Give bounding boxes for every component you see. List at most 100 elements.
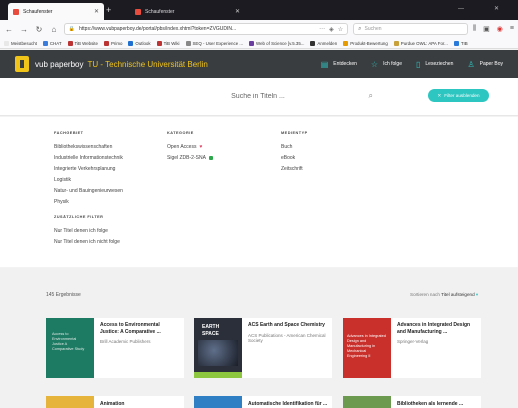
- title-search-input[interactable]: [178, 92, 338, 100]
- bookmark-item[interactable]: SEQ - User Experience ...: [185, 40, 243, 46]
- filter-option[interactable]: Zeitschrift: [281, 163, 308, 174]
- filter-toggle-button[interactable]: ✕ Filter ausblenden: [428, 89, 489, 102]
- nav-entdecken[interactable]: ▤ Entdecken: [321, 60, 357, 69]
- result-card[interactable]: Automatische Identifikation für ...: [194, 396, 332, 408]
- filter-heading: ZUSÄTZLICHE FILTER: [54, 215, 104, 219]
- bookmark-item[interactable]: Purdue OWL: APA For...: [393, 40, 448, 46]
- bookmark-favicon-icon: [343, 40, 349, 46]
- card-title[interactable]: Advances in Integrated Design and Manufa…: [397, 322, 475, 335]
- sort-label: Sortieren nach: [410, 292, 440, 297]
- home-icon[interactable]: ⌂: [49, 25, 59, 34]
- filter-option[interactable]: eBook: [281, 152, 308, 163]
- card-title[interactable]: Animation: [94, 396, 130, 408]
- back-icon[interactable]: ←: [4, 25, 14, 34]
- cover-image: [198, 340, 238, 366]
- bookmark-item[interactable]: Meistbesucht: [4, 40, 37, 46]
- forward-icon[interactable]: →: [19, 25, 29, 34]
- book-cover: [343, 396, 391, 408]
- sort-value: Titel aufsteigend: [441, 292, 475, 297]
- reload-icon[interactable]: ↻: [34, 25, 44, 34]
- filter-option[interactable]: Logistik: [54, 174, 123, 185]
- bookmark-item[interactable]: CHAT: [42, 40, 62, 46]
- result-card[interactable]: Advances in Integrated Design and Manufa…: [343, 318, 481, 378]
- search-icon[interactable]: ⌕: [369, 91, 373, 101]
- card-meta: Access to Environmental Justice: A Compa…: [94, 318, 184, 378]
- nav-lesezeichen[interactable]: ▯ Leseziechen: [416, 60, 453, 69]
- filter-option[interactable]: Bibliothekswissenschaften: [54, 141, 123, 152]
- filter-option[interactable]: Integrierte Verkehrsplanung: [54, 163, 123, 174]
- brand-name[interactable]: vub paperboy: [35, 60, 83, 69]
- favicon-icon: [13, 8, 19, 15]
- addon-icon[interactable]: ◉: [497, 25, 503, 33]
- bookmark-label: Outlook: [135, 40, 151, 46]
- bookmark-favicon-icon: [67, 40, 73, 46]
- filter-option[interactable]: Nur Titel denen ich nicht folge: [54, 236, 123, 247]
- filter-toggle-label: Filter ausblenden: [444, 93, 480, 98]
- new-tab-icon[interactable]: +: [106, 5, 111, 15]
- bookmark-favicon-icon: [103, 40, 109, 46]
- card-title[interactable]: Bibliotheken als lernende ...: [391, 396, 469, 408]
- bookmark-item[interactable]: Anmelden: [310, 40, 337, 46]
- library-icon[interactable]: ⫼: [473, 25, 476, 33]
- sidebar-icon[interactable]: ▣: [483, 25, 490, 33]
- menu-icon[interactable]: ≡: [510, 25, 514, 33]
- filter-option-open-access[interactable]: Open Access ♥: [167, 141, 213, 152]
- browser-tab-inactive[interactable]: Schaufenster ✕: [130, 3, 245, 20]
- card-title[interactable]: Access to Environmental Justice: A Compa…: [100, 322, 178, 335]
- filter-option[interactable]: Physik: [54, 196, 123, 207]
- bookmark-item[interactable]: TiB Website: [67, 40, 98, 46]
- nav-label: Leseziechen: [425, 61, 454, 67]
- url-text[interactable]: https://www.vubpaperboy.de/portal/pbs/in…: [79, 26, 315, 32]
- book-cover: [194, 396, 242, 408]
- bookmark-item[interactable]: TIB: [453, 40, 468, 46]
- filter-option[interactable]: Natur- und Bauingenieurwesen: [54, 185, 123, 196]
- result-count: 145 Ergebnisse: [46, 292, 81, 298]
- site-header: vub paperboy TU - Technische Universität…: [0, 50, 518, 78]
- card-title[interactable]: Automatische Identifikation für ...: [242, 396, 332, 408]
- bookmark-star-icon[interactable]: ☆: [338, 26, 343, 33]
- result-card[interactable]: Animation: [46, 396, 184, 408]
- bookmark-label: Meistbesucht: [11, 40, 37, 46]
- card-title[interactable]: ACS Earth and Space Chemistry: [248, 322, 326, 329]
- url-bar[interactable]: 🔒 https://www.vubpaperboy.de/portal/pbs/…: [63, 23, 349, 35]
- bookmark-label: Purdue OWL: APA For...: [400, 40, 448, 46]
- browser-tabstrip: Schaufenster ✕ + Schaufenster ✕ — ✕: [0, 0, 518, 20]
- card-publisher: ACS Publications - American Chemical Soc…: [248, 332, 326, 344]
- bookmark-item[interactable]: Produkt-Bewertung: [343, 40, 388, 46]
- close-icon[interactable]: ✕: [94, 8, 99, 15]
- bookmark-item[interactable]: Primo: [103, 40, 122, 46]
- paperboy-logo-icon[interactable]: [15, 56, 29, 72]
- pocket-icon[interactable]: ◈: [329, 26, 334, 33]
- result-card[interactable]: EARTH SPACE ACS Earth and Space Chemistr…: [194, 318, 332, 378]
- sort-dropdown[interactable]: Sortieren nach Titel aufsteigend ▾: [410, 292, 478, 298]
- bookmark-favicon-icon: [310, 40, 316, 46]
- filter-option[interactable]: Buch: [281, 141, 308, 152]
- nav-label: Entdecken: [333, 61, 357, 67]
- heart-icon: ♥: [199, 143, 203, 150]
- search-icon: ⌕: [358, 25, 362, 32]
- nav-paper-boy[interactable]: ♙ Paper Boy: [467, 60, 503, 69]
- filter-option[interactable]: Nur Titel denen ich folge: [54, 225, 123, 236]
- close-icon[interactable]: ✕: [235, 8, 240, 15]
- bookmark-item[interactable]: TiB Wiki: [156, 40, 180, 46]
- cover-band: [194, 372, 242, 378]
- result-card[interactable]: Access to Environmental Justice A Compar…: [46, 318, 184, 378]
- browser-tab-active[interactable]: Schaufenster ✕: [8, 3, 104, 20]
- minimize-icon[interactable]: —: [458, 6, 464, 12]
- filter-option[interactable]: Industrielle Informationstechnik: [54, 152, 123, 163]
- star-icon: ☆: [370, 59, 379, 69]
- bookmark-item[interactable]: Outlook: [128, 40, 151, 46]
- nav-label: Paper Boy: [479, 61, 503, 67]
- bookmark-label: Produkt-Bewertung: [350, 40, 388, 46]
- filter-option-sigel[interactable]: Sigel ZDB-2-SNA: [167, 152, 213, 163]
- bookmark-item[interactable]: Web of Science [v.5.35...: [249, 40, 304, 46]
- window-close-icon[interactable]: ✕: [494, 5, 499, 12]
- filter-fachgebiet: FACHGEBIET Bibliothekswissenschaften Ind…: [54, 131, 123, 247]
- nav-ich-folge[interactable]: ☆ Ich folge: [371, 60, 402, 69]
- card-publisher: Brill Academic Publishers: [100, 339, 151, 344]
- browser-navbar: ← → ↻ ⌂ 🔒 https://www.vubpaperboy.de/por…: [0, 20, 518, 38]
- bookmarks-toolbar: Meistbesucht CHAT TiB Website Primo Outlook T…: [0, 38, 518, 49]
- overflow-menu-icon[interactable]: ···: [319, 26, 325, 32]
- browser-search-box[interactable]: ⌕ Suchen: [353, 23, 468, 35]
- result-card[interactable]: Bibliotheken als lernende ...: [343, 396, 481, 408]
